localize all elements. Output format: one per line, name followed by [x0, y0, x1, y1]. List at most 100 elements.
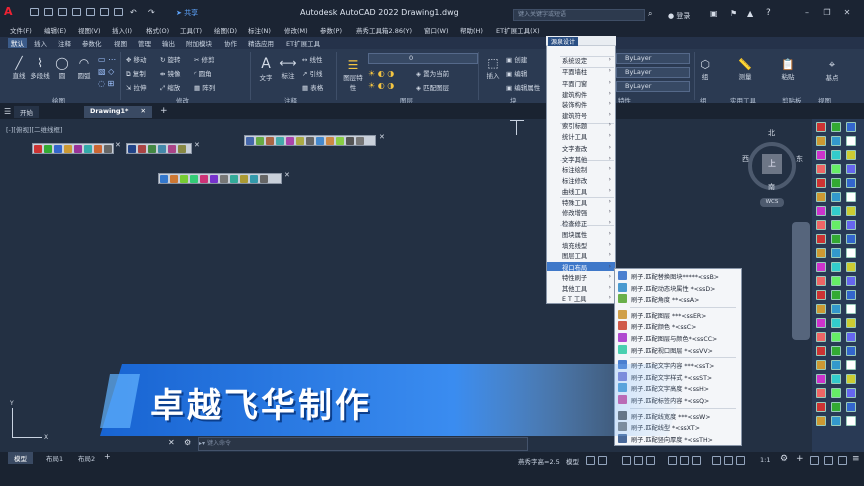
cube-top-face[interactable]: 上	[762, 154, 782, 174]
menu-tools[interactable]: 工具(T)	[180, 25, 202, 35]
dropdown-item[interactable]: 建筑符号 ›	[547, 110, 615, 120]
submenu-item[interactable]: 刷子.匹配动态块属性 *<ssD>	[631, 284, 715, 293]
selection-cycling-icon[interactable]	[712, 456, 721, 465]
palette-tool-icon[interactable]	[846, 220, 856, 230]
menu-draw[interactable]: 绘图(D)	[214, 25, 237, 35]
tab-model[interactable]: 模型	[8, 452, 33, 464]
floating-toolbar-4[interactable]	[158, 173, 282, 184]
dropdown-item[interactable]: E T 工具 ›	[547, 293, 615, 303]
tab-default[interactable]: 默认	[8, 38, 27, 48]
floating-toolbar-1[interactable]	[32, 143, 114, 154]
redo-icon[interactable]: ↷	[148, 8, 155, 17]
customization-menu-icon[interactable]: ≡	[852, 454, 860, 464]
paste-button[interactable]: 📋 粘贴	[778, 58, 798, 81]
palette-tool-icon[interactable]	[816, 206, 826, 216]
leader-button[interactable]: ↗ 引线	[302, 68, 323, 78]
stretch-button[interactable]: ⇲ 拉伸	[126, 82, 147, 92]
dropdown-item[interactable]: 标注绘制 ›	[547, 164, 615, 174]
palette-tool-icon[interactable]	[816, 374, 826, 384]
navigation-bar[interactable]	[792, 222, 810, 340]
dropdown-item[interactable]: 检查修正 ›	[547, 218, 615, 228]
palette-tool-icon[interactable]	[846, 290, 856, 300]
web-open-icon[interactable]	[86, 8, 95, 16]
dropdown-item[interactable]: 系统设定 ›	[547, 55, 615, 65]
customize-command-icon[interactable]: ⚙	[184, 438, 191, 447]
autoscale-icon[interactable]	[736, 456, 745, 465]
transparency-icon[interactable]	[692, 456, 701, 465]
menu-dimension[interactable]: 标注(N)	[248, 25, 271, 35]
dropdown-item[interactable]: 特性刷子 ›	[547, 272, 615, 282]
palette-tool-icon[interactable]	[846, 136, 856, 146]
palette-tool-icon[interactable]	[816, 276, 826, 286]
compass-north[interactable]: 北	[768, 128, 775, 138]
dropdown-item[interactable]: 图块属性 ›	[547, 229, 615, 239]
palette-tool-icon[interactable]	[816, 164, 826, 174]
submenu-item[interactable]: 刷子.匹配颜色 *<ssC>	[631, 322, 696, 331]
new-tab-icon[interactable]: +	[160, 106, 168, 116]
tab-output[interactable]: 输出	[162, 38, 175, 48]
compass-west[interactable]: 西	[742, 154, 749, 164]
dropdown-item[interactable]: 装饰构件 ›	[547, 99, 615, 109]
otrack-icon[interactable]	[668, 456, 677, 465]
line-button[interactable]: ╱ 直线	[8, 56, 30, 80]
palette-tool-icon[interactable]	[831, 318, 841, 328]
dropdown-item[interactable]: 标注修改 ›	[547, 175, 615, 185]
snap-icon[interactable]	[598, 456, 607, 465]
palette-tool-icon[interactable]	[831, 136, 841, 146]
palette-tool-icon[interactable]	[816, 346, 826, 356]
submenu-item[interactable]: 刷子.匹配视口图层 *<ssVV>	[631, 346, 713, 355]
annotation-visibility-icon[interactable]	[724, 456, 733, 465]
palette-tool-icon[interactable]	[816, 136, 826, 146]
palette-tool-icon[interactable]	[846, 150, 856, 160]
palette-tool-icon[interactable]	[846, 276, 856, 286]
palette-tool-icon[interactable]	[831, 206, 841, 216]
palette-tool-icon[interactable]	[846, 416, 856, 426]
close-toolbar-icon[interactable]: ✕	[194, 141, 200, 149]
help-icon[interactable]: ?	[766, 8, 771, 18]
arc-button[interactable]: ◠ 圆弧	[74, 56, 94, 80]
grid-icon[interactable]	[586, 456, 595, 465]
workspace-gear-icon[interactable]: ⚙	[780, 454, 788, 464]
exchange-icon[interactable]: ⚑	[730, 9, 737, 18]
tab-layout1[interactable]: 布局1	[40, 452, 69, 464]
menu-modify[interactable]: 修改(M)	[284, 25, 308, 35]
palette-tool-icon[interactable]	[816, 304, 826, 314]
mirror-button[interactable]: ⇹ 镜像	[160, 68, 181, 78]
lineweight-icon[interactable]	[680, 456, 689, 465]
palette-tool-icon[interactable]	[831, 192, 841, 202]
palette-tool-icon[interactable]	[816, 402, 826, 412]
minimize-button[interactable]: –	[802, 9, 812, 17]
compass-east[interactable]: 东	[796, 154, 803, 164]
close-toolbar-icon[interactable]: ✕	[284, 171, 290, 179]
save-icon[interactable]	[58, 8, 67, 16]
dropdown-item[interactable]: 建筑构件 ›	[547, 89, 615, 99]
save-as-icon[interactable]	[72, 8, 81, 16]
navigation-cube[interactable]: 上 北 南 东 西 WCS	[736, 128, 808, 208]
palette-tool-icon[interactable]	[846, 388, 856, 398]
submenu-item[interactable]: 刷子.匹配竖向厚度 *<ssTH>	[631, 435, 713, 444]
clean-screen-icon[interactable]	[838, 456, 847, 465]
palette-tool-icon[interactable]	[816, 388, 826, 398]
plot-icon[interactable]	[114, 8, 123, 16]
isolate-objects-icon[interactable]	[810, 456, 819, 465]
annotation-scale[interactable]: 1:1	[760, 456, 770, 464]
share-button[interactable]: ➤ 共享	[176, 8, 198, 18]
autocad-logo-icon[interactable]: A	[4, 5, 16, 18]
scale-button[interactable]: ⤢ 缩放	[160, 82, 180, 93]
circle-button[interactable]: ◯ 圆	[52, 56, 72, 80]
palette-tool-icon[interactable]	[831, 388, 841, 398]
rotate-button[interactable]: ↻ 旋转	[160, 54, 181, 64]
tab-et-tools[interactable]: ET扩展工具	[286, 38, 320, 48]
palette-tool-icon[interactable]	[816, 360, 826, 370]
dropdown-item[interactable]: 图层工具 ›	[547, 250, 615, 260]
menu-parametric[interactable]: 参数(P)	[320, 25, 342, 35]
palette-tool-icon[interactable]	[846, 374, 856, 384]
palette-tool-icon[interactable]	[846, 234, 856, 244]
fillet-button[interactable]: ◜ 圆角	[194, 68, 212, 78]
close-toolbar-icon[interactable]: ✕	[115, 141, 121, 149]
web-save-icon[interactable]	[100, 8, 109, 16]
close-tab-icon[interactable]: ✕	[141, 107, 146, 115]
palette-tool-icon[interactable]	[846, 248, 856, 258]
array-button[interactable]: ▦ 阵列	[194, 82, 215, 92]
dropdown-item[interactable]: 特殊工具 ›	[547, 197, 615, 207]
